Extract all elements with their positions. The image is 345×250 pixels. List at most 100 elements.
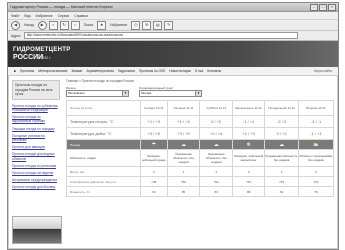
site-nav-item[interactable]: Контакты — [207, 69, 221, 73]
day-header: Понедельник 14.11 — [264, 100, 300, 116]
forward-icon[interactable]: ▶ — [37, 20, 47, 30]
humidity-row-label: Влажность, % — [66, 186, 141, 197]
pressure-row: Атмосферное давление, мм рт.ст. 748 750 752… — [66, 176, 334, 187]
sidebar-link[interactable]: Прогноз погоды для Москвы — [12, 185, 60, 189]
humidity-cell: 85 — [166, 186, 201, 197]
cloud-snow-icon: ❄ — [232, 139, 266, 150]
sun-cloud-icon: ⛅ — [298, 139, 334, 150]
site-nav-item[interactable]: Прогнозы — [20, 69, 34, 73]
day-header: Четверг 10.11 — [140, 100, 168, 116]
favorites-icon[interactable]: ★ — [97, 20, 107, 30]
menu-item[interactable]: Справка — [74, 14, 87, 18]
site-nav: ■ Прогнозы Метеорологические Климат Агромет… — [8, 67, 338, 76]
search-label[interactable]: Поиск — [84, 23, 93, 27]
sidebar-link[interactable]: Прогноз погоды по регионам — [12, 164, 60, 168]
wind-cell: 5 — [232, 166, 266, 177]
menu-item[interactable]: Избранное — [35, 14, 52, 18]
night-temp-cell: -2 / 0 — [264, 115, 300, 128]
night-temp-row-label: Температура ночью, °С — [66, 115, 141, 128]
menu-item[interactable]: Файл — [11, 14, 19, 18]
day-temp-cell: +3 / +5 — [140, 127, 168, 140]
menu-item[interactable]: Вид — [24, 14, 30, 18]
weather-icons-row-label: Погода — [66, 139, 141, 150]
description-cell: Пасмурно, небольшой дождь — [140, 149, 168, 167]
night-temp-cell: +1 / +3 — [140, 115, 168, 128]
refresh-icon[interactable]: ↻ — [59, 20, 69, 30]
home-icon[interactable]: ⌂ — [70, 20, 80, 30]
pressure-cell: 753 — [264, 176, 300, 187]
pressure-cell: 752 — [199, 176, 234, 187]
chevron-down-icon[interactable]: ▼ — [195, 91, 201, 96]
site-nav-item[interactable]: Агрометеорология — [86, 69, 113, 73]
wind-cell: 4 — [166, 166, 201, 177]
home-nav-icon[interactable]: ■ — [14, 69, 16, 73]
stop-icon[interactable]: × — [48, 20, 58, 30]
address-input[interactable]: http://www.meteoinfo.ru/forecasts5000/ru… — [23, 32, 298, 39]
address-label: Адрес — [11, 33, 21, 38]
sidebar-link[interactable]: Текущая погода по городам — [12, 127, 60, 131]
site-nav-item[interactable]: Гидрология — [118, 69, 135, 73]
edit-icon[interactable]: ✎ — [164, 20, 174, 30]
sidebar-link[interactable]: Прогноз для авиации — [12, 145, 60, 149]
chevron-down-icon[interactable]: ▼ — [122, 91, 128, 96]
breadcrumb: Главная » Прогноз погоды по городам Росс… — [66, 79, 134, 83]
day-temp-cell: +1 / +3 — [232, 127, 266, 140]
title-bar: Гидрометцентр России — погода — Microsof… — [8, 3, 338, 12]
sidebar-link[interactable]: Штормовые предупреждения — [12, 178, 60, 182]
humidity-cell: 82 — [264, 186, 300, 197]
print-icon[interactable]: ▤ — [153, 20, 163, 30]
wind-cell: 3 — [298, 166, 334, 177]
favorites-label[interactable]: Избранное — [110, 23, 127, 27]
sidebar-photo — [12, 216, 62, 244]
maximize-button[interactable]: □ — [319, 3, 327, 11]
site-logo-sub: с 1930 г. — [38, 56, 51, 60]
history-icon[interactable]: ◷ — [131, 20, 141, 30]
city-select[interactable]: Москва ▼ — [139, 90, 202, 97]
site-nav-item[interactable]: Прогнозы по ОЗО — [139, 69, 165, 73]
back-icon[interactable]: ◀ — [11, 20, 20, 30]
cloud-rain-icon: ☂ — [140, 139, 168, 150]
sidebar-link[interactable]: Прогноз погоды на неделю — [12, 171, 60, 175]
day-header: Пятница 11.11 — [166, 100, 201, 116]
forecast-table: Погода на сутки Четверг 10.11 Пятница 11.1… — [66, 100, 334, 197]
day-temp-cell: 0 / +2 — [264, 127, 300, 140]
description-row: Облачность, осадки Пасмурно, небольшой до… — [66, 149, 334, 167]
close-button[interactable]: × — [328, 3, 336, 11]
day-temp-cell: -1 / +1 — [298, 127, 334, 140]
region-select[interactable]: Московская ▼ — [66, 90, 129, 97]
days-row-label: Погода на сутки — [66, 100, 141, 116]
night-temp-row: Температура ночью, °С +1 / +3 +1 / +3 0 / +… — [66, 115, 334, 128]
day-temp-cell: +3 / +5 — [166, 127, 201, 140]
night-temp-cell: 0 / +2 — [199, 115, 234, 128]
description-cell: Облачно с прояснениями, без осадков — [298, 149, 334, 167]
wind-row-label: Ветер, м/с — [66, 166, 141, 177]
back-label[interactable]: Назад — [24, 23, 34, 27]
site-nav-item[interactable]: Метеорологические — [38, 69, 67, 73]
site-nav-item[interactable]: Новости науки — [169, 69, 191, 73]
pressure-cell: 754 — [298, 176, 334, 187]
menu-item[interactable]: Сервис — [58, 14, 70, 18]
description-cell: Переменная облачность, без осадков — [199, 149, 234, 167]
sidebar-link[interactable]: Погодные условия по регионам — [12, 134, 60, 142]
minimize-button[interactable]: – — [310, 3, 318, 11]
sidebar-link[interactable]: Прогноз погоды для водных объектов — [12, 152, 60, 160]
toolbar: ◀ Назад ▶ × ↻ ⌂ Поиск ★ Избранное ◷ ✉ ▤ … — [8, 20, 338, 31]
wind-cell: 3 — [140, 166, 168, 177]
sitemap-link[interactable]: Карта сайта — [314, 69, 332, 73]
site-nav-item[interactable]: О нас — [195, 69, 204, 73]
humidity-cell: 88 — [232, 186, 266, 197]
site-logo-top[interactable]: ГИДРОМЕТЦЕНТР — [13, 47, 71, 53]
sidebar: Прогнозы погоды по городам России на пят… — [12, 80, 60, 193]
menu-bar: Файл Вид Избранное Сервис Справка — [8, 12, 338, 20]
site-nav-item[interactable]: Климат — [72, 69, 83, 73]
wind-cell: 3 — [199, 166, 234, 177]
days-row: Погода на сутки Четверг 10.11 Пятница 11.1… — [66, 100, 334, 116]
region-select-value: Московская — [68, 91, 85, 95]
cloud-icon: ☁ — [264, 139, 300, 150]
sidebar-link[interactable]: Прогноз погоды по зарубежным странам — [12, 115, 60, 123]
mail-icon[interactable]: ✉ — [142, 20, 152, 30]
sidebar-link[interactable]: Прогноз погоды по субъектам Российской Ф… — [12, 104, 60, 112]
main-area: Главная » Прогноз погоды по городам Росс… — [66, 79, 334, 197]
pressure-cell: 751 — [232, 176, 266, 187]
city-select-value: Москва — [141, 91, 152, 95]
